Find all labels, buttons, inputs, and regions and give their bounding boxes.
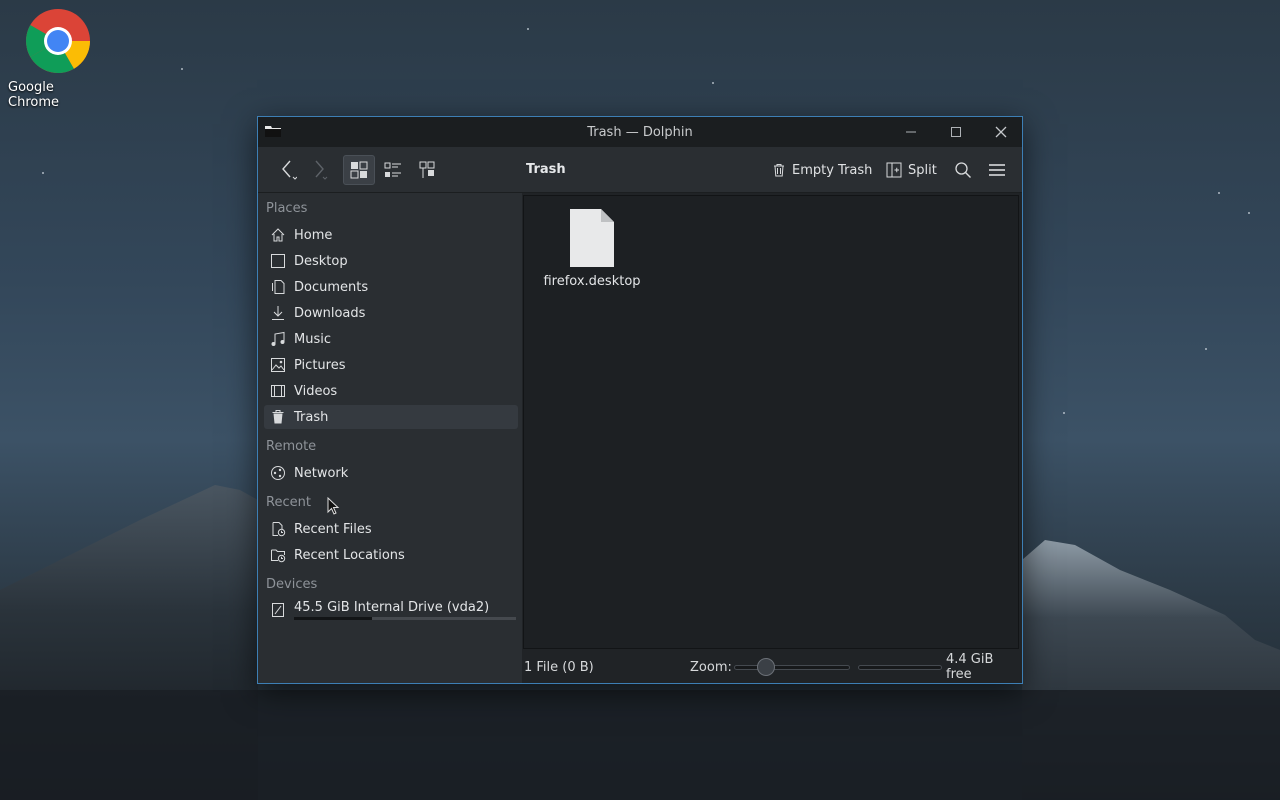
sidebar-item-label: Music [294,331,331,347]
back-button[interactable] [272,155,302,185]
icons-view-icon [350,161,368,179]
sidebar-item-trash[interactable]: Trash [264,405,518,429]
file-icon [570,209,614,267]
desktop-icon-google-chrome[interactable]: Google Chrome [8,8,108,110]
empty-trash-label: Empty Trash [792,162,873,178]
forward-arrow-icon [315,160,328,180]
trash-icon [272,410,284,424]
sidebar-item-label: Downloads [294,305,366,321]
close-button[interactable] [986,117,1016,147]
forward-button[interactable] [304,155,334,185]
sidebar-item-label: Recent Files [294,521,372,537]
recent-files-icon [272,522,286,537]
hamburger-menu-icon [989,164,1005,176]
empty-trash-button[interactable]: Empty Trash [772,155,872,185]
sidebar-item-label: Recent Locations [294,547,405,563]
sidebar-item-documents[interactable]: Documents [264,275,518,299]
sidebar-item-recent-locations[interactable]: Recent Locations [264,543,518,567]
sidebar-item-label: 45.5 GiB Internal Drive (vda2) [294,600,490,615]
file-item[interactable]: firefox.desktop [542,208,642,289]
zoom-slider-handle[interactable] [757,658,776,676]
split-view-icon [886,162,902,178]
icons-view-button[interactable] [343,155,375,185]
sidebar-item-home[interactable]: Home [264,223,518,247]
maximize-icon [951,127,961,137]
sidebar-item-label: Network [294,465,349,481]
places-panel: Places Home Desktop Documents Downloads … [258,193,522,683]
section-remote: Remote [266,439,317,454]
sidebar-item-network[interactable]: Network [264,461,518,485]
music-icon [271,331,285,346]
toolbar: Trash Empty Trash Split [258,147,1022,193]
network-icon [271,466,285,480]
zoom-slider[interactable] [734,665,850,670]
sidebar-item-pictures[interactable]: Pictures [264,353,518,377]
sidebar-item-desktop[interactable]: Desktop [264,249,518,273]
zoom-label: Zoom: [690,659,732,675]
chrome-icon [26,9,90,73]
desktop-icon-label: Google Chrome [8,80,59,110]
drive-usage-bar [294,617,516,620]
sidebar-item-videos[interactable]: Videos [264,379,518,403]
dolphin-window: Trash — Dolphin Trash Empty Trash Split … [257,116,1023,684]
minimize-button[interactable] [896,117,926,147]
file-view[interactable]: firefox.desktop [523,195,1019,649]
desktop-icon [271,254,285,268]
search-icon [955,162,971,178]
section-devices: Devices [266,577,318,592]
free-space-text: 4.4 GiB free [946,652,994,682]
sidebar-item-music[interactable]: Music [264,327,518,351]
split-button[interactable]: Split [886,155,937,185]
compact-view-icon [384,162,401,177]
drive-usage-fill [294,617,372,620]
recent-locations-icon [271,549,286,563]
trash-icon [774,164,784,177]
search-button[interactable] [948,155,978,185]
section-places: Places [266,201,308,216]
status-bar: 1 File (0 B) Zoom: 4.4 GiB free [522,651,1022,683]
sidebar-item-label: Pictures [294,357,346,373]
maximize-button[interactable] [941,117,971,147]
status-summary: 1 File (0 B) [524,659,594,675]
downloads-icon [272,306,284,320]
location-title: Trash [526,162,566,177]
close-icon [995,126,1007,138]
sidebar-item-recent-files[interactable]: Recent Files [264,517,518,541]
file-name: firefox.desktop [543,274,641,289]
sidebar-item-label: Home [294,227,333,243]
section-recent: Recent [266,495,311,510]
details-view-icon [419,161,435,178]
sidebar-item-downloads[interactable]: Downloads [264,301,518,325]
back-arrow-icon [282,160,297,180]
mouse-cursor-icon [327,497,340,515]
documents-icon [272,280,285,294]
split-label: Split [908,162,937,178]
free-space-bar [858,665,942,670]
sidebar-item-label: Videos [294,383,338,399]
folder-app-icon [265,126,281,137]
pictures-icon [271,358,285,372]
hamburger-menu-button[interactable] [982,155,1012,185]
videos-icon [271,385,285,397]
sidebar-item-label: Trash [294,409,329,425]
compact-view-button[interactable] [377,155,409,185]
sidebar-item-internal-drive[interactable]: 45.5 GiB Internal Drive (vda2) [264,597,518,625]
titlebar[interactable]: Trash — Dolphin [258,117,1022,147]
details-view-button[interactable] [411,155,443,185]
drive-icon [272,603,284,617]
window-title: Trash — Dolphin [587,124,693,140]
home-icon [271,228,285,242]
minimize-icon [906,131,916,133]
sidebar-item-label: Documents [294,279,369,295]
sidebar-item-label: Desktop [294,253,348,269]
